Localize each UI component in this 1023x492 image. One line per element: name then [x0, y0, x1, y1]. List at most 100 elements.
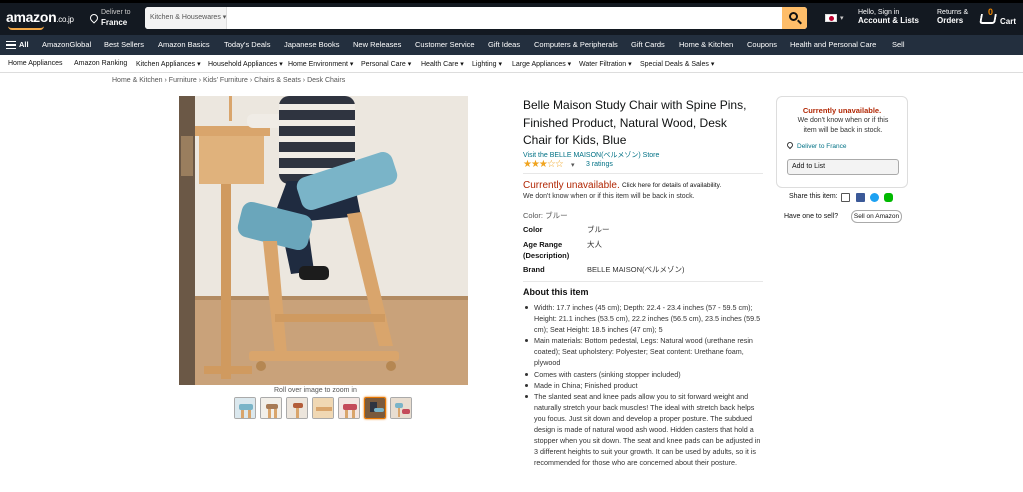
rating-caret-icon[interactable]: ▾ [571, 161, 575, 169]
subnav-item[interactable]: Personal Care ▾ [361, 60, 411, 68]
top-strip [0, 0, 1023, 3]
subnav-item[interactable]: Home Environment ▾ [288, 60, 353, 68]
thumbnail-image [287, 398, 307, 418]
nav-item[interactable]: Gift Cards [631, 40, 665, 49]
thumbnail-image [235, 398, 255, 418]
availability-status: Currently unavailable. [523, 180, 620, 191]
availability-details-link[interactable]: Click here for details of availability. [622, 182, 721, 189]
zoom-hint: Roll over image to zoom in [274, 387, 357, 394]
search-category-select[interactable]: Kitchen & Housewares ▾ [145, 7, 227, 29]
about-bullet: Width: 17.7 inches (45 cm); Depth: 22.4 … [523, 302, 763, 335]
ratings-count-link[interactable]: 3 ratings [586, 161, 613, 168]
japan-flag-icon[interactable] [825, 14, 837, 22]
subnav-item[interactable]: Amazon Ranking [74, 60, 127, 67]
cart-count: 0 [988, 7, 994, 17]
nav-item[interactable]: Customer Service [415, 40, 475, 49]
hamburger-menu-icon[interactable] [6, 41, 16, 49]
share-label: Share this item: [789, 193, 838, 200]
chair-photo-illustration [179, 96, 468, 385]
subnav-item-label: Kitchen Appliances [136, 61, 196, 68]
email-icon[interactable] [841, 193, 850, 202]
nav-item[interactable]: Home & Kitchen [679, 40, 733, 49]
buybox-deliver-link[interactable]: Deliver to France [785, 140, 847, 150]
logo-tld: .co.jp [56, 15, 74, 24]
subnav-item[interactable]: Lighting ▾ [472, 60, 502, 68]
about-bullet: Comes with casters (sinking stopper incl… [523, 369, 763, 380]
have-one-to-sell: Have one to sell? [784, 213, 839, 220]
subnav-item[interactable]: Kitchen Appliances ▾ [136, 60, 201, 68]
subnav-item[interactable]: Household Appliances ▾ [208, 60, 283, 68]
nav-item[interactable]: Today's Deals [224, 40, 270, 49]
account-lists[interactable]: Hello, Sign in Account & Lists [858, 9, 919, 25]
twitter-icon[interactable] [870, 193, 879, 202]
search-input[interactable] [227, 7, 782, 29]
add-to-list-button[interactable]: Add to List [787, 159, 899, 175]
amazon-logo[interactable]: amazon.co.jp [6, 9, 74, 30]
nav-item[interactable]: New Releases [353, 40, 401, 49]
thumbnail[interactable] [390, 397, 412, 419]
nav-item[interactable]: Health and Personal Care [790, 40, 876, 49]
about-bullet: The slanted seat and knee pads allow you… [523, 391, 763, 469]
category-subnav: Home Appliances Amazon Ranking Kitchen A… [0, 55, 1023, 73]
nav-all[interactable]: All [19, 40, 29, 49]
account-greeting: Hello, Sign in [858, 9, 900, 16]
about-bullet: Made in China; Finished product [523, 380, 763, 391]
logo-smile-icon [8, 26, 44, 30]
location-pin-icon [785, 140, 795, 150]
cart-button[interactable]: 0 Cart [979, 7, 1020, 29]
language-caret-icon[interactable]: ▾ [840, 14, 844, 22]
logo-text: amazon [6, 9, 57, 25]
search-button[interactable] [782, 7, 807, 29]
nav-item[interactable]: AmazonGlobal [42, 40, 91, 49]
returns-label: Returns & [937, 9, 969, 16]
thumbnail[interactable] [234, 397, 256, 419]
nav-item[interactable]: Amazon Basics [158, 40, 210, 49]
sell-on-amazon-button[interactable]: Sell on Amazon [851, 210, 902, 223]
subnav-item[interactable]: Health Care ▾ [421, 60, 464, 68]
star-rating-icon[interactable]: ★★★☆☆ [523, 159, 564, 170]
subnav-item[interactable]: Large Appliances ▾ [512, 60, 571, 68]
thumbnail-selected[interactable] [364, 397, 386, 419]
nav-item[interactable]: Computers & Peripherals [534, 40, 618, 49]
facebook-icon[interactable] [856, 193, 865, 202]
thumbnail[interactable] [286, 397, 308, 419]
thumbnail-image [391, 398, 411, 418]
availability-note: We don't know when or if this item will … [523, 193, 695, 200]
nav-item[interactable]: Gift Ideas [488, 40, 520, 49]
subnav-item-label: Lighting [472, 61, 497, 68]
subnav-item-label: Health Care [421, 61, 459, 68]
subnav-item-label: Household Appliances [208, 61, 278, 68]
search-category-value: Kitchen & Housewares [150, 14, 221, 21]
thumbnail-image [313, 398, 333, 418]
breadcrumb[interactable]: Home & Kitchen › Furniture › Kids' Furni… [112, 77, 345, 84]
product-title: Belle Maison Study Chair with Spine Pins… [523, 98, 747, 147]
cart-label: Cart [1000, 17, 1017, 26]
nav-item[interactable]: Coupons [747, 40, 777, 49]
search-bar: Kitchen & Housewares ▾ [145, 7, 807, 29]
buybox-deliver-label: Deliver to France [797, 143, 847, 150]
divider [523, 281, 763, 282]
thumbnail-image [339, 398, 359, 418]
nav-item[interactable]: Best Sellers [104, 40, 144, 49]
line-icon[interactable] [884, 193, 893, 202]
product-main-image[interactable] [179, 96, 468, 385]
nav-item[interactable]: Sell [892, 40, 905, 49]
subnav-item-label: Home Environment [288, 61, 348, 68]
subnav-item[interactable]: Water Filtration ▾ [579, 60, 632, 68]
thumbnail[interactable] [312, 397, 334, 419]
main-nav: All AmazonGlobal Best Sellers Amazon Bas… [0, 35, 1023, 55]
subnav-item[interactable]: Special Deals & Sales ▾ [640, 60, 714, 68]
spec-value: 大人 [587, 240, 602, 249]
buy-box: Currently unavailable. We don't know whe… [776, 96, 908, 188]
thumbnail[interactable] [338, 397, 360, 419]
spec-value: ブルー [587, 225, 610, 234]
deliver-country: France [101, 18, 128, 27]
subnav-item[interactable]: Home Appliances [8, 60, 62, 67]
returns-orders[interactable]: Returns & Orders [937, 9, 968, 25]
thumbnail[interactable] [260, 397, 282, 419]
spec-key: Color [523, 225, 543, 234]
buybox-status: Currently unavailable. [802, 106, 882, 115]
nav-item[interactable]: Japanese Books [284, 40, 339, 49]
location-pin-icon [88, 12, 100, 24]
spec-value: BELLE MAISON(ベルメゾン) [587, 265, 685, 274]
